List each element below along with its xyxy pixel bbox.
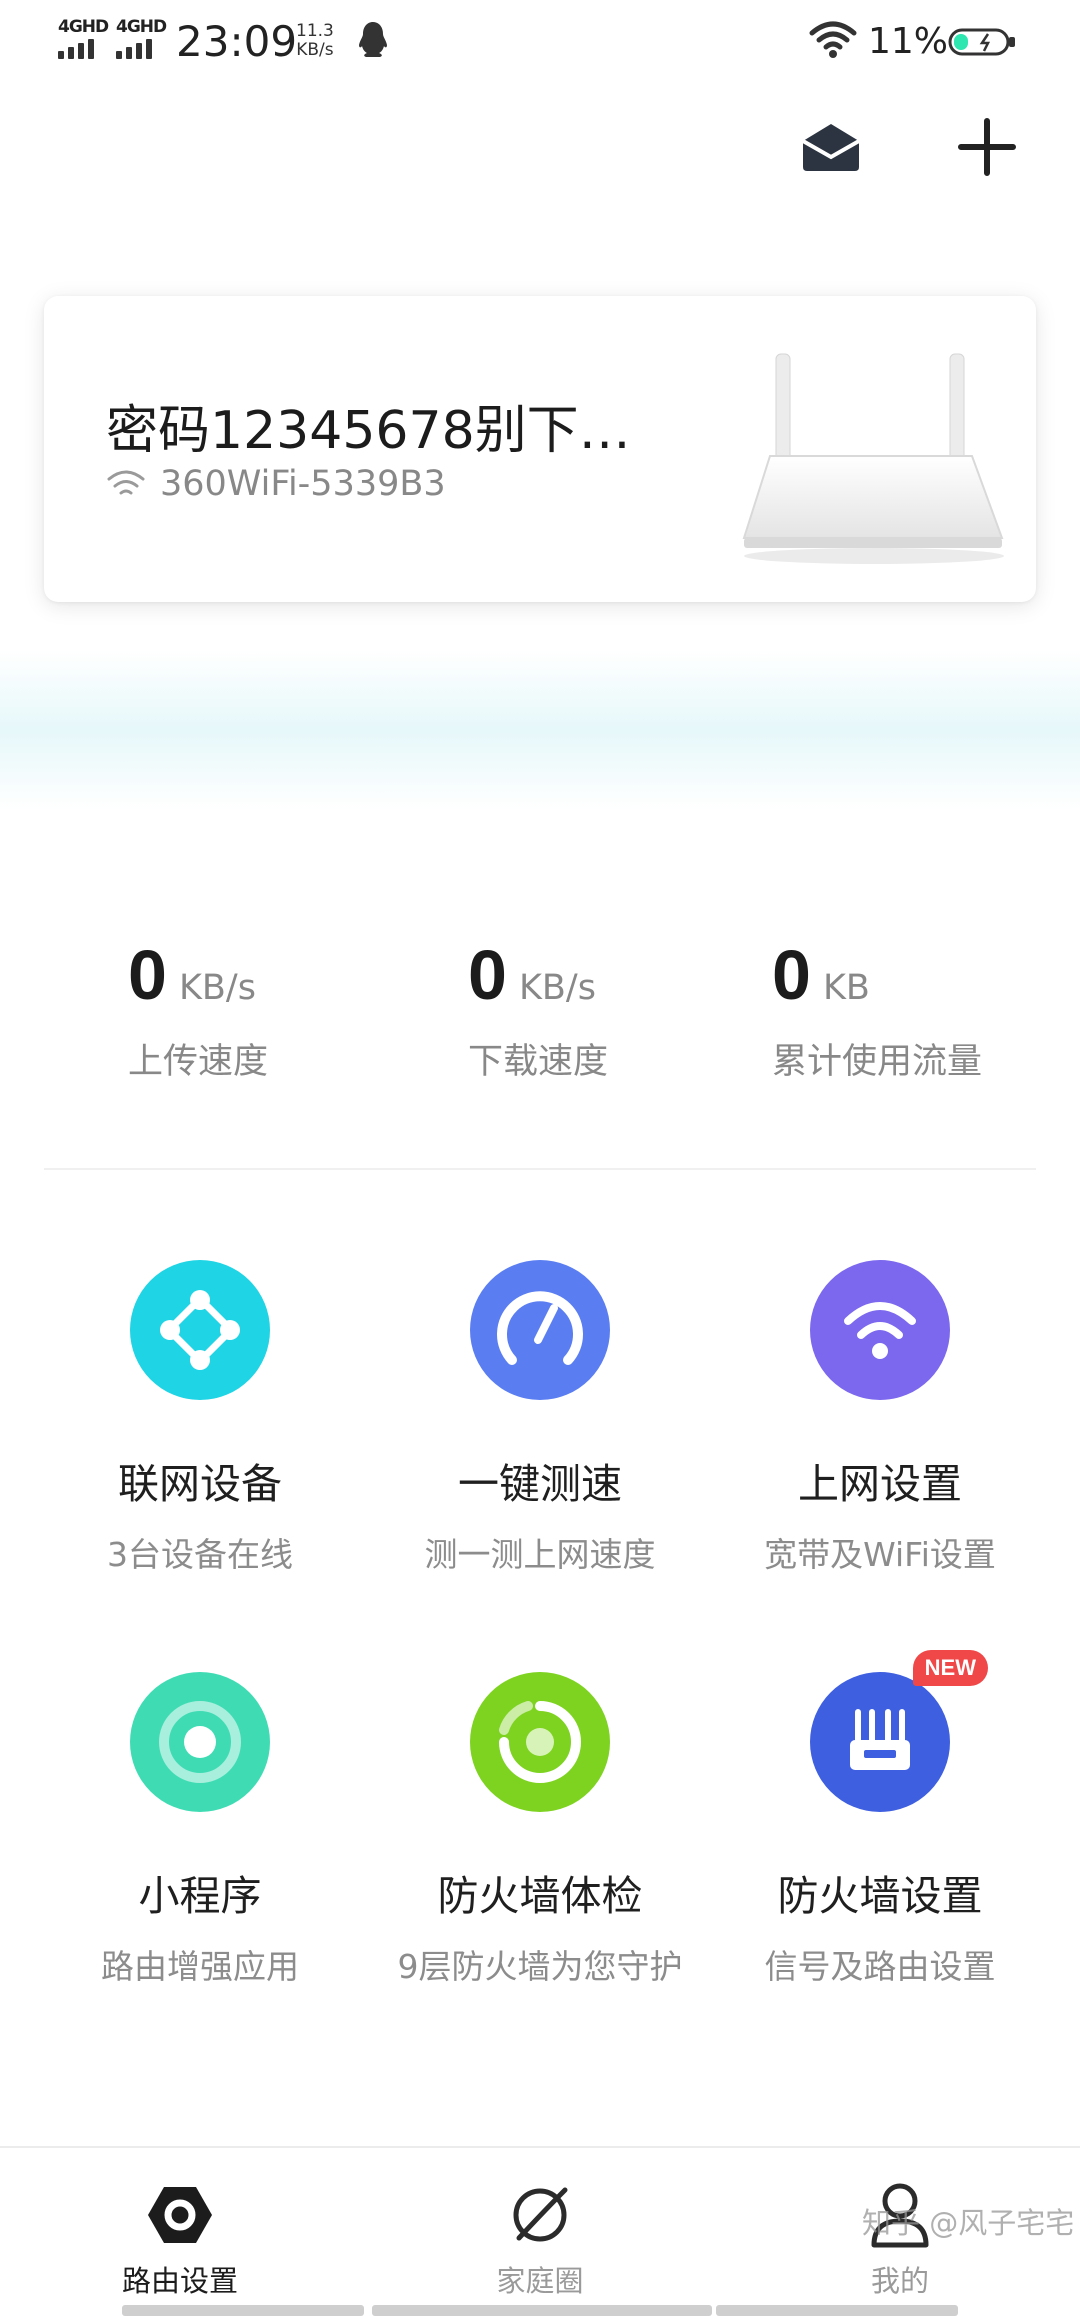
tile-title: 防火墙体检: [437, 1872, 643, 1920]
qq-penguin-icon: [359, 22, 387, 57]
tile-title: 联网设备: [118, 1460, 282, 1508]
signal-type-label: 4GHD: [116, 17, 167, 37]
router-card[interactable]: 密码12345678别下… 360WiFi-5339B3: [44, 296, 1036, 602]
planet-icon: [513, 2187, 568, 2242]
watermark: 知乎 @风子宅宅: [862, 2206, 1075, 2240]
network-speed-unit: KB/s: [296, 40, 334, 60]
divider: [44, 1168, 1036, 1170]
total-traffic-stat: 0 KB 累计使用流量: [772, 935, 1072, 1084]
tile-internet-settings[interactable]: 上网设置 宽带及WiFi设置: [710, 1260, 1050, 1576]
tile-subtitle: 测一测上网速度: [424, 1535, 656, 1574]
signal-bars-icon: [58, 39, 108, 59]
download-speed-stat: 0 KB/s 下载速度: [468, 935, 768, 1084]
firewall-check-icon: [470, 1672, 610, 1812]
router-ssid: 360WiFi-5339B3: [160, 464, 446, 504]
stat-label: 下载速度: [468, 1042, 609, 1082]
decorative-glow: [0, 650, 1080, 810]
stat-unit: KB/s: [518, 968, 596, 1008]
tile-subtitle: 宽带及WiFi设置: [764, 1535, 996, 1574]
wifi-icon: [107, 470, 145, 495]
add-button[interactable]: [952, 112, 1022, 182]
network-devices-icon: [130, 1260, 270, 1400]
tile-firewall-settings[interactable]: NEW 防火墙设置 信号及路由设置: [710, 1650, 1050, 1988]
tile-title: 小程序: [138, 1872, 262, 1920]
tile-title: 防火墙设置: [777, 1872, 983, 1920]
nav-label: 路由设置: [121, 2264, 238, 2298]
tile-subtitle: 信号及路由设置: [764, 1947, 996, 1986]
upload-speed-stat: 0 KB/s 上传速度: [128, 935, 428, 1084]
stat-label: 累计使用流量: [772, 1042, 983, 1082]
stat-label: 上传速度: [128, 1042, 269, 1082]
signal-bars-icon: [116, 39, 166, 59]
hexagon-nut-icon: [148, 2187, 212, 2243]
tile-network-devices[interactable]: 联网设备 3台设备在线: [30, 1260, 370, 1576]
tile-subtitle: 3台设备在线: [107, 1535, 293, 1574]
gesture-bar-segment: [372, 2305, 712, 2316]
tile-speed-test[interactable]: 一键测速 测一测上网速度: [370, 1260, 710, 1576]
battery-percent: 11%: [868, 21, 949, 62]
status-bar: 4GHD 4GHD 23:09 11.3 KB/s 11%: [0, 0, 1080, 84]
stat-unit: KB: [822, 968, 870, 1008]
nav-item-router-settings[interactable]: 路由设置: [60, 2180, 300, 2300]
stat-value: 0: [128, 936, 167, 1014]
wifi-status-icon: [809, 21, 857, 58]
gesture-bar-segment: [716, 2305, 958, 2316]
router-name: 密码12345678别下…: [106, 401, 631, 461]
new-badge: NEW: [912, 1650, 988, 1686]
wifi-icon: [810, 1260, 950, 1400]
nav-item-family-circle[interactable]: 家庭圈: [420, 2180, 660, 2300]
signal-indicator-2: 4GHD: [116, 17, 167, 59]
gesture-bar-segment: [122, 2305, 364, 2316]
tile-mini-programs[interactable]: 小程序 路由增强应用: [30, 1672, 370, 1988]
signal-type-label: 4GHD: [58, 17, 109, 37]
router-icon: NEW: [810, 1650, 988, 1812]
network-speed-value: 11.3: [296, 21, 334, 41]
tile-subtitle: 9层防火墙为您守护: [397, 1947, 683, 1986]
tile-subtitle: 路由增强应用: [101, 1947, 299, 1986]
tile-title: 上网设置: [798, 1460, 962, 1508]
mail-open-icon: [802, 124, 860, 171]
messages-button[interactable]: [796, 112, 866, 182]
router-ssid-row: 360WiFi-5339B3: [106, 464, 446, 504]
speedometer-icon: [470, 1260, 610, 1400]
nav-label: 我的: [870, 2264, 929, 2298]
tile-title: 一键测速: [458, 1460, 622, 1508]
plus-icon: [958, 118, 1016, 176]
mini-program-icon: [130, 1672, 270, 1812]
network-speed: 11.3 KB/s: [296, 22, 334, 60]
clock: 23:09: [176, 17, 298, 66]
signal-indicator-1: 4GHD: [58, 17, 109, 59]
tile-firewall-check[interactable]: 防火墙体检 9层防火墙为您守护: [370, 1672, 710, 1988]
battery-icon: [948, 28, 1015, 56]
stat-value: 0: [772, 936, 811, 1014]
stat-value: 0: [468, 936, 507, 1014]
stat-unit: KB/s: [178, 968, 256, 1008]
router-image: [742, 353, 1004, 564]
nav-label: 家庭圈: [496, 2264, 584, 2298]
